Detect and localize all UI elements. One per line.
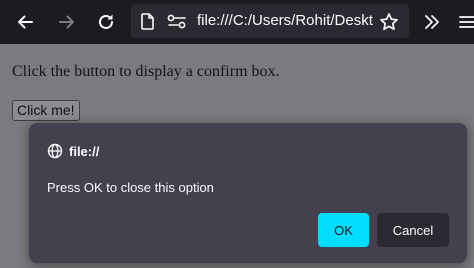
back-button[interactable] bbox=[10, 7, 40, 37]
dialog-message: Press OK to close this option bbox=[47, 180, 214, 195]
overflow-menu-button[interactable] bbox=[417, 7, 447, 37]
app-menu-button[interactable] bbox=[452, 7, 474, 37]
reload-icon bbox=[99, 14, 113, 29]
page-icon bbox=[141, 13, 154, 30]
forward-button[interactable] bbox=[52, 7, 82, 37]
forward-arrow-icon bbox=[59, 15, 74, 29]
ok-button[interactable]: OK bbox=[318, 213, 369, 247]
dialog-origin-label: file:// bbox=[69, 143, 100, 159]
url-bar[interactable]: file:///C:/Users/Rohit/Deskt bbox=[131, 4, 409, 38]
permissions-icon[interactable] bbox=[167, 14, 187, 29]
globe-icon bbox=[47, 143, 63, 159]
hamburger-menu-icon bbox=[459, 16, 474, 28]
star-icon bbox=[380, 13, 398, 31]
chevron-double-right-icon bbox=[425, 15, 439, 29]
bookmark-button[interactable] bbox=[374, 7, 404, 37]
dialog-origin: file:// bbox=[47, 143, 99, 159]
click-me-button[interactable]: Click me! bbox=[12, 100, 80, 121]
browser-toolbar: file:///C:/Users/Rohit/Deskt bbox=[0, 0, 474, 44]
confirm-dialog: file:// Press OK to close this option OK… bbox=[29, 123, 467, 263]
cancel-button[interactable]: Cancel bbox=[377, 213, 449, 247]
reload-button[interactable] bbox=[91, 7, 121, 37]
url-text[interactable]: file:///C:/Users/Rohit/Deskt bbox=[197, 12, 373, 29]
page-instruction-text: Click the button to display a confirm bo… bbox=[12, 63, 280, 80]
back-arrow-icon bbox=[18, 15, 33, 29]
